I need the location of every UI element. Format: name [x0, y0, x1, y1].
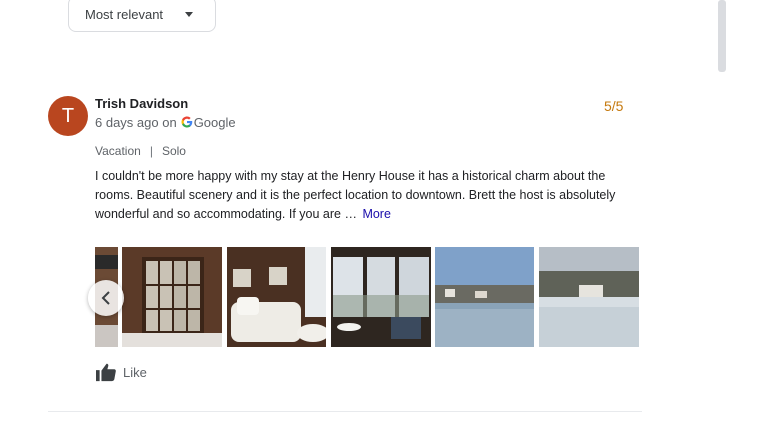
- trip-tags: Vacation | Solo: [95, 144, 186, 158]
- review-photo[interactable]: [331, 247, 431, 347]
- scrollbar-thumb[interactable]: [718, 0, 726, 72]
- chevron-left-icon: [101, 291, 110, 305]
- review-divider: [48, 411, 642, 412]
- review-text: I couldn't be more happy with my stay at…: [95, 167, 625, 224]
- review-photo[interactable]: [227, 247, 326, 347]
- review-photo[interactable]: [122, 247, 222, 347]
- prev-photos-button[interactable]: [88, 280, 124, 316]
- like-label: Like: [123, 364, 147, 380]
- reviewer-name[interactable]: Trish Davidson: [95, 96, 188, 111]
- review-photo[interactable]: [539, 247, 639, 347]
- like-button[interactable]: Like: [95, 362, 147, 382]
- review-source: Google: [193, 114, 236, 130]
- avatar[interactable]: T: [48, 96, 88, 136]
- review-body: I couldn't be more happy with my stay at…: [95, 169, 616, 221]
- more-link[interactable]: More: [362, 207, 390, 221]
- review-meta: 6 days ago on Google: [95, 114, 236, 130]
- review-photo[interactable]: [435, 247, 534, 347]
- caret-down-icon: [185, 12, 193, 17]
- sort-label: Most relevant: [85, 6, 164, 22]
- thumbs-up-icon: [96, 363, 116, 382]
- review-time: 6 days ago on: [95, 114, 177, 130]
- rating-score: 5/5: [604, 98, 624, 114]
- tag-separator: |: [149, 144, 153, 158]
- avatar-letter: T: [61, 104, 75, 127]
- trip-type-tag: Vacation: [95, 144, 141, 158]
- google-logo-icon: [181, 114, 193, 130]
- photo-strip: [95, 247, 639, 347]
- travel-group-tag: Solo: [161, 144, 186, 158]
- sort-dropdown[interactable]: Most relevant: [68, 0, 216, 32]
